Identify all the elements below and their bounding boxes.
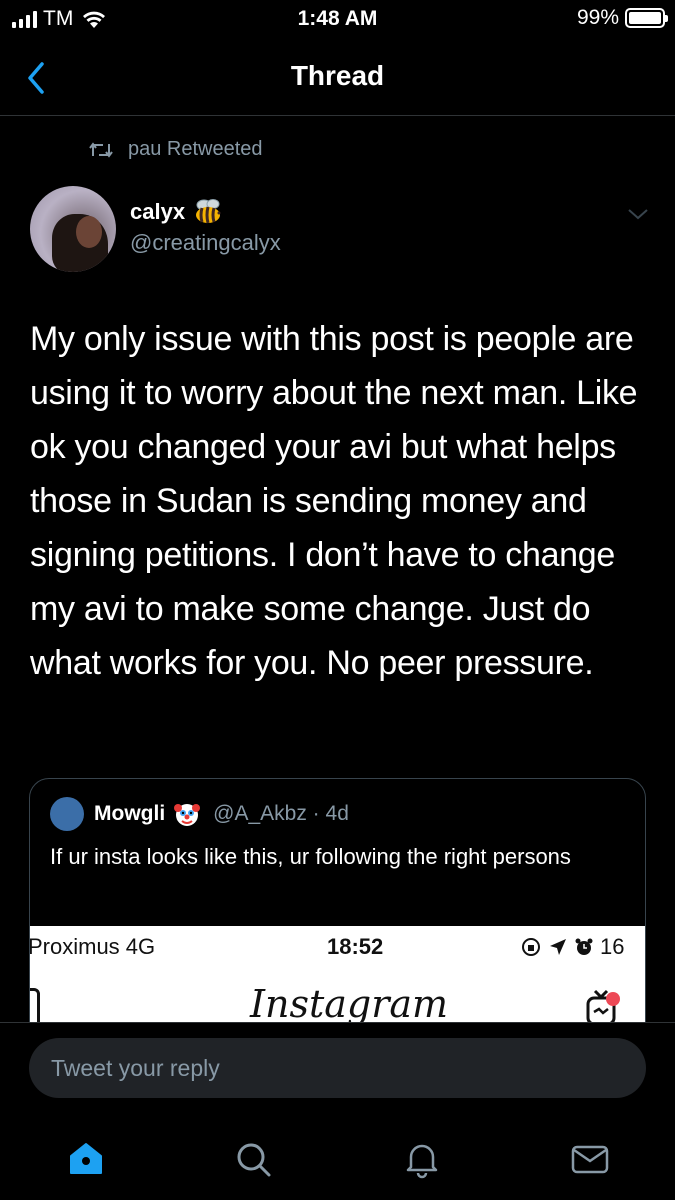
location-arrow-icon xyxy=(550,939,566,955)
tab-search[interactable] xyxy=(233,1139,273,1179)
status-bar-right: 99% xyxy=(576,6,668,30)
quoted-tweet-header: Mowgli @A_Akbz · 4d xyxy=(50,797,349,831)
tab-notifications[interactable] xyxy=(402,1139,442,1179)
image-status-right-text: 16 xyxy=(600,934,625,959)
image-time: 18:52 xyxy=(327,934,384,959)
tab-messages[interactable] xyxy=(570,1139,610,1179)
clown-icon xyxy=(174,804,201,826)
retweet-icon xyxy=(89,141,113,158)
quoted-avatar xyxy=(50,797,84,831)
page-title: Thread xyxy=(290,60,385,91)
battery-icon xyxy=(625,8,668,28)
tab-home[interactable] xyxy=(66,1139,106,1179)
reply-placeholder: Tweet your reply xyxy=(51,1055,220,1081)
retweet-context-label: pau Retweeted xyxy=(128,138,263,160)
tab-bar xyxy=(0,1131,675,1191)
notifications-bell-icon xyxy=(406,1144,438,1179)
chevron-down-icon[interactable] xyxy=(626,206,650,222)
nav-header: Thread xyxy=(0,40,675,116)
quoted-author-name: Mowgli xyxy=(94,802,166,825)
alarm-icon xyxy=(575,938,593,955)
bottom-bar: Tweet your reply xyxy=(0,1022,675,1200)
avatar-face xyxy=(76,216,102,248)
retweet-context[interactable]: pau Retweeted xyxy=(88,138,263,161)
avatar[interactable] xyxy=(30,186,116,272)
quoted-meta: @A_Akbz · 4d xyxy=(213,802,349,825)
quoted-tweet[interactable]: Mowgli @A_Akbz · 4d If ur insta looks li… xyxy=(29,778,646,1048)
quoted-tweet-text: If ur insta looks like this, ur followin… xyxy=(50,844,571,869)
battery-level-fill xyxy=(629,12,661,24)
battery-percentage: 99% xyxy=(576,6,619,29)
bee-icon xyxy=(196,199,221,224)
orientation-lock-icon xyxy=(522,938,540,956)
reply-input[interactable]: Tweet your reply xyxy=(29,1038,646,1098)
author-handle[interactable]: @creatingcalyx xyxy=(130,230,281,256)
messages-envelope-icon xyxy=(571,1145,609,1174)
status-bar: TM 1:48 AM 99% xyxy=(0,0,675,40)
status-time: 1:48 AM xyxy=(297,7,378,30)
search-icon xyxy=(237,1143,271,1177)
image-status-icons: 16 xyxy=(520,934,624,960)
author-name[interactable]: calyx xyxy=(130,198,225,226)
author-name-label: calyx xyxy=(130,199,186,224)
image-carrier: Proximus 4G xyxy=(29,934,156,959)
image-app-title: Instagram xyxy=(250,982,449,1026)
tweet-text: My only issue with this post is people a… xyxy=(30,320,638,682)
home-icon xyxy=(70,1143,102,1174)
